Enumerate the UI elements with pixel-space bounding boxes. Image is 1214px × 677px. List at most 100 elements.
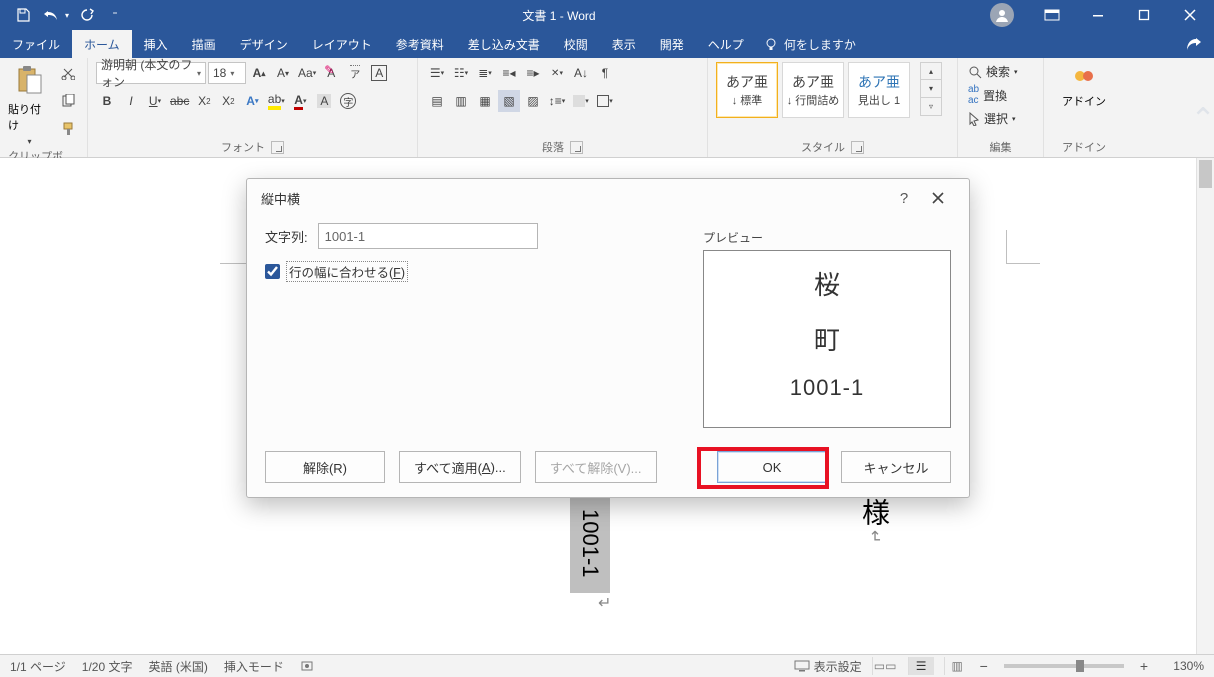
font-color-icon[interactable]: A▾ [289, 90, 311, 112]
tab-insert[interactable]: 挿入 [132, 30, 180, 58]
grow-font-icon[interactable]: A▴ [248, 62, 270, 84]
sort-icon[interactable]: A↓ [570, 62, 592, 84]
apply-all-button[interactable]: すべて適用(A)... [399, 451, 521, 483]
status-wordcount[interactable]: 1/20 文字 [82, 658, 133, 675]
shading-icon[interactable]: ▾ [570, 90, 592, 112]
align-justify-icon[interactable]: ▧ [498, 90, 520, 112]
increase-indent-icon[interactable]: ≡▸ [522, 62, 544, 84]
style-gallery[interactable]: あア亜↓ 標準 あア亜↓ 行間詰め あア亜見出し 1 [716, 62, 910, 118]
tab-draw[interactable]: 描画 [180, 30, 228, 58]
font-family-combo[interactable]: 游明朝 (本文のフォン▾ [96, 62, 206, 84]
style-normal[interactable]: あア亜↓ 標準 [716, 62, 778, 118]
style-heading1[interactable]: あア亜見出し 1 [848, 62, 910, 118]
ribbon-display-icon[interactable] [1030, 0, 1074, 30]
style-nospacing[interactable]: あア亜↓ 行間詰め [782, 62, 844, 118]
superscript-button[interactable]: X2 [217, 90, 239, 112]
format-painter-icon[interactable] [57, 118, 79, 140]
clear-formatting-icon[interactable]: A✎ [320, 62, 342, 84]
status-mode[interactable]: 挿入モード [224, 658, 284, 675]
styles-dialog-launcher[interactable] [851, 141, 864, 154]
asian-layout-icon[interactable]: ✕▾ [546, 62, 568, 84]
vertical-scrollbar[interactable] [1196, 158, 1214, 654]
tab-review[interactable]: 校閲 [552, 30, 600, 58]
align-tr-icon[interactable]: ▦ [474, 90, 496, 112]
tab-design[interactable]: デザイン [228, 30, 300, 58]
decrease-indent-icon[interactable]: ≡◂ [498, 62, 520, 84]
replace-button[interactable]: abac置換 [966, 83, 1020, 107]
align-tc-icon[interactable]: ▥ [450, 90, 472, 112]
italic-button[interactable]: I [120, 90, 142, 112]
borders-icon[interactable]: ▾ [594, 90, 616, 112]
find-button[interactable]: 検索▾ [966, 62, 1020, 81]
ok-button[interactable]: OK [717, 451, 827, 483]
macro-record-icon[interactable] [300, 659, 314, 673]
string-input[interactable] [318, 223, 538, 249]
font-size-combo[interactable]: 18▾ [208, 62, 246, 84]
numbering-icon[interactable]: ☷▾ [450, 62, 472, 84]
zoom-in-icon[interactable]: + [1140, 658, 1148, 674]
bold-button[interactable]: B [96, 90, 118, 112]
copy-icon[interactable] [57, 90, 79, 112]
cut-icon[interactable] [57, 62, 79, 84]
share-button[interactable] [1174, 30, 1214, 58]
maximize-icon[interactable] [1122, 0, 1166, 30]
gallery-down-icon[interactable]: ▾ [920, 80, 942, 98]
status-page[interactable]: 1/1 ページ [10, 658, 66, 675]
print-layout-icon[interactable]: ☰ [908, 657, 934, 675]
qat-customize-icon[interactable]: ⁼ [102, 2, 128, 28]
align-tl-icon[interactable]: ▤ [426, 90, 448, 112]
status-language[interactable]: 英語 (米国) [148, 658, 207, 675]
highlight-icon[interactable]: ab▾ [265, 90, 287, 112]
dialog-close-icon[interactable] [921, 183, 955, 213]
addins-label[interactable]: アドイン [1062, 96, 1106, 109]
paste-icon[interactable] [12, 62, 48, 98]
change-case-icon[interactable]: Aa▾ [296, 62, 318, 84]
minimize-icon[interactable] [1076, 0, 1120, 30]
selected-text[interactable]: 1001-1 [570, 493, 610, 593]
tab-view[interactable]: 表示 [600, 30, 648, 58]
bullets-icon[interactable]: ☰▾ [426, 62, 448, 84]
enclose-characters-icon[interactable]: 字 [337, 90, 359, 112]
undo-dropdown-icon[interactable]: ▾ [62, 2, 72, 28]
tab-mailings[interactable]: 差し込み文書 [456, 30, 552, 58]
tab-help[interactable]: ヘルプ [696, 30, 756, 58]
multilevel-list-icon[interactable]: ≣▾ [474, 62, 496, 84]
strikethrough-button[interactable]: abc [168, 90, 191, 112]
phonetic-guide-icon[interactable]: ア [344, 62, 366, 84]
line-spacing-icon[interactable]: ↕≡▾ [546, 90, 568, 112]
dialog-help-icon[interactable]: ? [887, 183, 921, 213]
tell-me[interactable]: 何をしますか [764, 30, 856, 58]
cancel-button[interactable]: キャンセル [841, 451, 951, 483]
tab-home[interactable]: ホーム [72, 30, 132, 58]
zoom-slider[interactable] [1004, 664, 1124, 668]
web-layout-icon[interactable]: ▥ [944, 657, 970, 675]
paste-label[interactable]: 貼り付け [8, 101, 51, 133]
underline-button[interactable]: U▾ [144, 90, 166, 112]
fit-line-checkbox-input[interactable] [265, 264, 280, 279]
paste-dropdown-icon[interactable]: ▾ [19, 136, 41, 146]
show-marks-icon[interactable]: ¶ [594, 62, 616, 84]
account-avatar-icon[interactable] [990, 3, 1014, 27]
character-border-icon[interactable]: A [368, 62, 390, 84]
shrink-font-icon[interactable]: A▾ [272, 62, 294, 84]
style-gallery-scroll[interactable]: ▴ ▾ ▿ [920, 62, 942, 116]
zoom-out-icon[interactable]: − [980, 658, 988, 674]
undo-icon[interactable] [38, 2, 64, 28]
text-effects-icon[interactable]: A▾ [241, 90, 263, 112]
tab-file[interactable]: ファイル [0, 30, 72, 58]
gallery-up-icon[interactable]: ▴ [920, 62, 942, 80]
subscript-button[interactable]: X2 [193, 90, 215, 112]
paragraph-dialog-launcher[interactable] [570, 141, 583, 154]
read-mode-icon[interactable]: ▭▭ [872, 657, 898, 675]
tab-developer[interactable]: 開発 [648, 30, 696, 58]
select-button[interactable]: 選択▾ [966, 109, 1020, 128]
character-shading-icon[interactable]: A [313, 90, 335, 112]
align-distribute-icon[interactable]: ▨ [522, 90, 544, 112]
gallery-more-icon[interactable]: ▿ [920, 98, 942, 116]
zoom-level[interactable]: 130% [1158, 659, 1204, 673]
scrollbar-thumb[interactable] [1199, 160, 1212, 188]
collapse-ribbon-icon[interactable]: ⌃ [1196, 83, 1210, 155]
tab-references[interactable]: 参考資料 [384, 30, 456, 58]
save-icon[interactable] [10, 2, 36, 28]
tab-layout[interactable]: レイアウト [300, 30, 384, 58]
